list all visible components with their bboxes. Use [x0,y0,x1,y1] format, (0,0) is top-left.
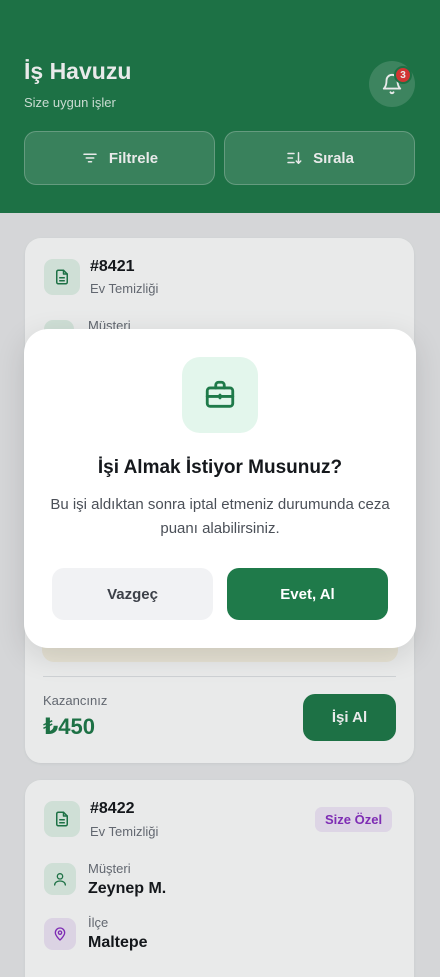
confirm-button[interactable]: Evet, Al [227,568,388,620]
briefcase-icon [205,380,235,408]
cancel-button[interactable]: Vazgeç [52,568,213,620]
dialog-title: İşi Almak İstiyor Musunuz? [97,457,343,478]
dialog-message: Bu işi aldıktan sonra iptal etmeniz duru… [50,496,390,537]
dialog-icon-box [182,357,258,433]
confirm-dialog: İşi Almak İstiyor Musunuz? Bu işi aldıkt… [24,329,416,648]
